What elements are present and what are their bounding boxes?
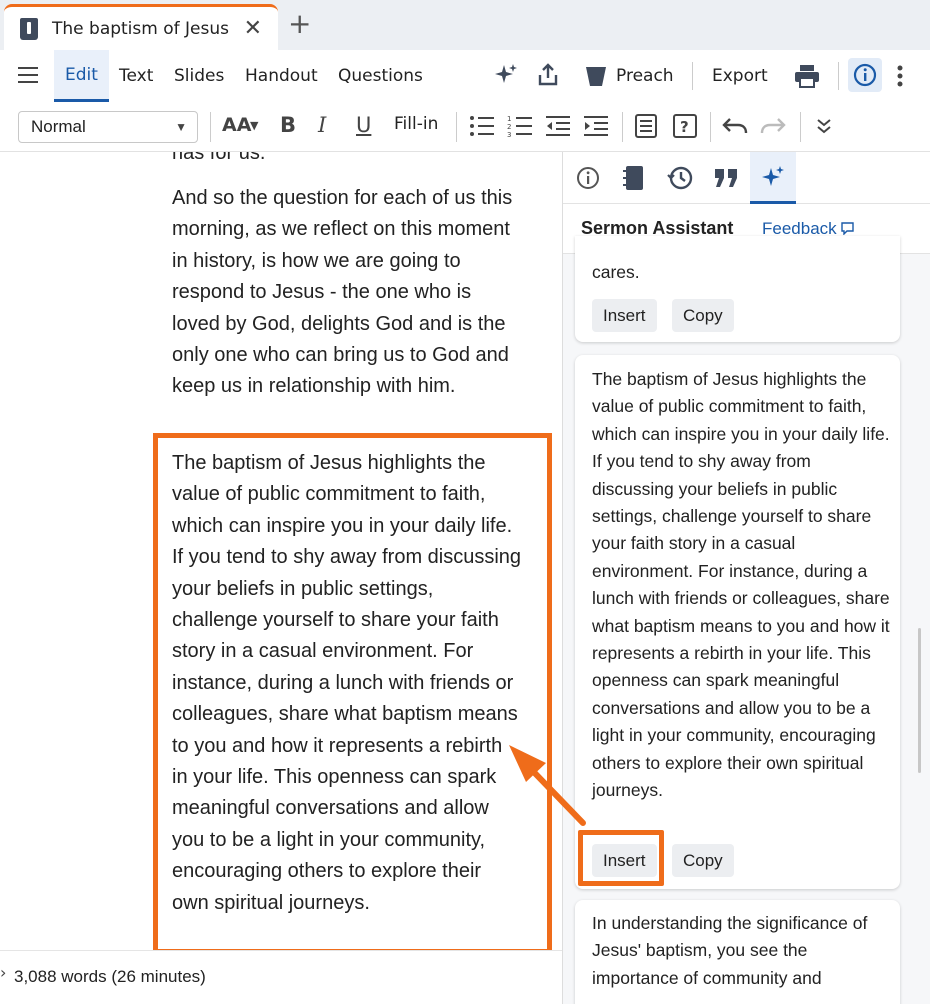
info-button[interactable]	[848, 58, 882, 92]
more-vertical-icon[interactable]	[896, 65, 904, 87]
tab-title: The baptism of Jesus	[52, 18, 229, 39]
panel-tab-info[interactable]	[565, 152, 611, 204]
tab-slides[interactable]: Slides	[174, 50, 224, 102]
panel-tab-quotes[interactable]	[703, 152, 749, 204]
insert-highlight-box	[578, 830, 664, 886]
svg-text:?: ?	[680, 118, 689, 136]
new-tab-icon[interactable]: +	[288, 10, 311, 38]
quote-icon	[715, 169, 737, 187]
svg-text:2: 2	[507, 123, 511, 131]
suggestion-text: In understanding the significance of Jes…	[592, 913, 868, 988]
suggestion-text: The baptism of Jesus highlights the valu…	[592, 369, 890, 801]
indent-icon[interactable]	[583, 115, 609, 137]
history-icon	[667, 166, 693, 190]
panel-tab-assistant[interactable]	[750, 152, 796, 204]
preach-button[interactable]: Preach	[584, 50, 674, 102]
underline-button[interactable]: U	[356, 115, 371, 136]
divider	[692, 62, 693, 90]
status-bar: › 3,088 words (26 minutes)	[0, 950, 562, 1004]
panel-tab-notes[interactable]	[611, 152, 657, 204]
copy-button[interactable]: Copy	[672, 844, 734, 877]
numbered-list-icon[interactable]: 1 2 3	[507, 115, 533, 137]
fill-in-button[interactable]: Fill-in	[394, 116, 438, 133]
divider	[710, 112, 711, 142]
insert-button[interactable]: Insert	[592, 299, 657, 332]
share-icon[interactable]	[537, 63, 559, 87]
tab-handout[interactable]: Handout	[245, 50, 318, 102]
divider	[456, 112, 457, 142]
close-icon[interactable]: ✕	[244, 17, 262, 40]
outdent-icon[interactable]	[545, 115, 571, 137]
panel-scrollbar[interactable]	[918, 628, 921, 773]
suggestion-text: cares.	[592, 262, 640, 282]
chevron-right-icon[interactable]: ›	[0, 963, 6, 982]
preach-label: Preach	[616, 66, 674, 86]
print-icon[interactable]	[794, 64, 820, 88]
feedback-icon	[841, 222, 855, 236]
tab-text[interactable]: Text	[119, 50, 153, 102]
chevron-down-icon: ▼	[175, 120, 187, 134]
chevron-down-icon: ▼	[250, 119, 259, 132]
info-icon	[577, 167, 599, 189]
highlight-box	[153, 433, 552, 954]
slide-icon[interactable]	[635, 114, 657, 138]
divider	[838, 62, 839, 90]
panel-tab-history[interactable]	[657, 152, 703, 204]
bold-button[interactable]: B	[280, 115, 296, 136]
divider	[210, 112, 211, 142]
panel-tabs	[563, 152, 930, 204]
paragraph-style-value: Normal	[31, 117, 86, 136]
document-text-fragment: has for us.	[172, 152, 266, 164]
font-size-icon[interactable]: AA	[222, 116, 251, 135]
suggestion-card: The baptism of Jesus highlights the valu…	[575, 355, 900, 889]
document-paragraph[interactable]: And so the question for each of us this …	[172, 183, 522, 403]
tab-edit[interactable]: Edit	[54, 50, 109, 102]
redo-icon[interactable]	[760, 117, 786, 135]
word-count: 3,088 words (26 minutes)	[14, 967, 206, 986]
menu-bar: Edit Text Slides Handout Questions Preac…	[0, 50, 930, 102]
svg-text:3: 3	[507, 131, 511, 137]
browser-tab-strip: The baptism of Jesus ✕ +	[0, 0, 930, 50]
pulpit-icon	[586, 67, 606, 86]
export-button[interactable]: Export	[712, 50, 768, 102]
sparkle-icon[interactable]	[494, 63, 518, 87]
paragraph-style-select[interactable]: Normal ▼	[18, 111, 198, 143]
notebook-icon	[623, 166, 643, 190]
info-icon	[853, 63, 877, 87]
divider	[800, 112, 801, 142]
tab-questions[interactable]: Questions	[338, 50, 423, 102]
divider	[622, 112, 623, 142]
sparkle-icon	[762, 165, 784, 186]
menu-icon[interactable]	[18, 67, 38, 83]
browser-tab[interactable]: The baptism of Jesus ✕	[4, 4, 278, 50]
copy-button[interactable]: Copy	[672, 299, 734, 332]
bulleted-list-icon[interactable]	[469, 115, 495, 137]
svg-text:1: 1	[507, 115, 511, 123]
suggestion-card: In understanding the significance of Jes…	[575, 900, 900, 1004]
question-box-icon[interactable]: ?	[673, 114, 697, 138]
italic-button[interactable]: I	[318, 115, 326, 136]
undo-icon[interactable]	[722, 117, 748, 135]
formatting-toolbar: Normal ▼ AA ▼ B I U Fill-in 1 2 3 ?	[0, 102, 930, 152]
expand-more-icon[interactable]	[816, 118, 832, 134]
document-icon	[20, 17, 38, 40]
suggestion-card: cares. Insert Copy	[575, 236, 900, 342]
